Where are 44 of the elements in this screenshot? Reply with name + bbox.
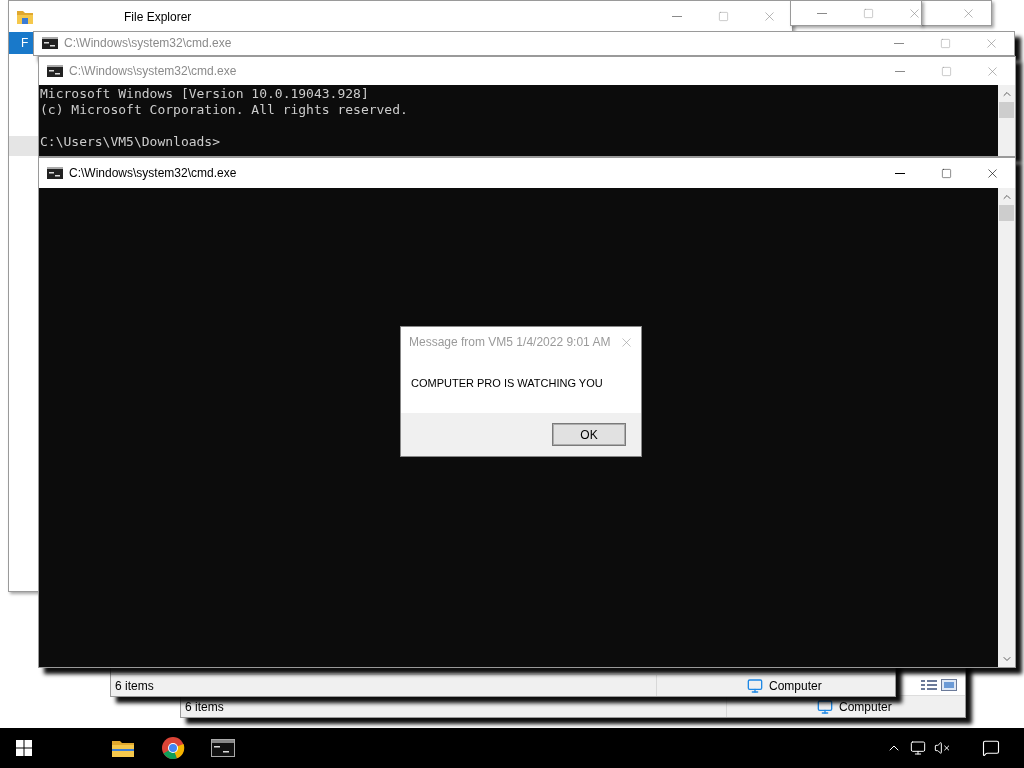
maximize-icon [940,65,952,77]
scrollbar[interactable] [998,85,1015,156]
window-title: C:\Windows\system32\cmd.exe [69,64,238,78]
window-title: C:\Windows\system32\cmd.exe [64,36,233,50]
windows-logo-icon [16,740,32,756]
ribbon-tab[interactable]: F [21,36,29,50]
notification-icon [982,739,1000,757]
console-line: Microsoft Windows [Version 10.0.19043.928] [40,86,370,102]
scrollbar[interactable] [998,188,1015,667]
console-prompt: C:\Users\VM5\Downloads> [40,134,221,150]
network-icon [910,740,926,756]
console-line: (c) Microsoft Corporation. All rights reserved. [40,102,409,118]
folder-icon [17,9,33,24]
maximize-icon [940,167,952,179]
scroll-thumb[interactable] [999,205,1014,221]
item-count: 6 items [184,699,225,714]
window-title: C:\Windows\system32\cmd.exe [69,166,238,180]
maximize-icon [939,37,951,49]
maximize-icon [862,7,874,19]
dialog-message: COMPUTER PRO IS WATCHING YOU [410,376,604,391]
maximize-icon [717,11,729,22]
location-label: Computer [839,699,892,714]
item-count: 6 items [114,678,155,693]
computer-icon [747,677,763,694]
computer-icon [817,698,833,715]
location-label: Computer [769,678,822,693]
minimize-icon [817,12,827,14]
console-icon [211,739,235,757]
folder-icon [112,739,134,757]
console-icon [47,65,63,77]
minimize-icon [895,172,905,174]
browser-icon [161,736,185,760]
large-icons-view-icon[interactable] [941,679,957,691]
ok-button[interactable]: OK [552,423,626,446]
window-title: File Explorer [123,9,193,24]
minimize-icon [894,42,904,44]
minimize-icon [895,70,905,72]
dialog-title: Message from VM5 1/4/2022 9:01 AM [409,335,611,349]
minimize-icon [672,16,682,17]
muted-speaker-icon [934,740,950,756]
console-icon [47,167,63,179]
scroll-thumb[interactable] [999,102,1014,118]
console-icon [42,37,58,49]
details-view-icon[interactable] [921,679,937,691]
